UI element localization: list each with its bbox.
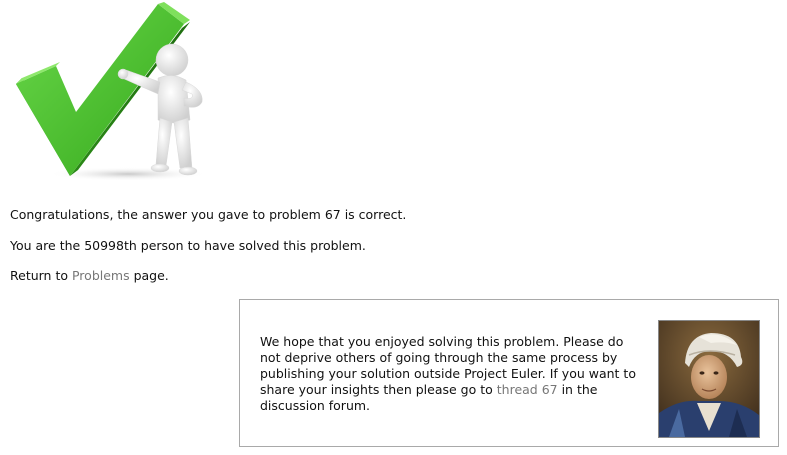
return-prefix: Return to (10, 268, 72, 283)
problems-link[interactable]: Problems (72, 268, 130, 283)
return-suffix: page. (129, 268, 169, 283)
congratulations-text: Congratulations, the answer you gave to … (10, 207, 407, 222)
return-line: Return to Problems page. (10, 268, 169, 284)
euler-portrait-image (658, 320, 760, 438)
forum-info-box: We hope that you enjoyed solving this pr… (239, 299, 779, 447)
thread-link[interactable]: thread 67 (497, 382, 558, 397)
forum-info-text: We hope that you enjoyed solving this pr… (260, 334, 640, 414)
solvers-count-text: You are the 50998th person to have solve… (10, 238, 366, 253)
checkmark-figure-icon (16, 2, 208, 181)
portrait-icon (659, 321, 759, 437)
